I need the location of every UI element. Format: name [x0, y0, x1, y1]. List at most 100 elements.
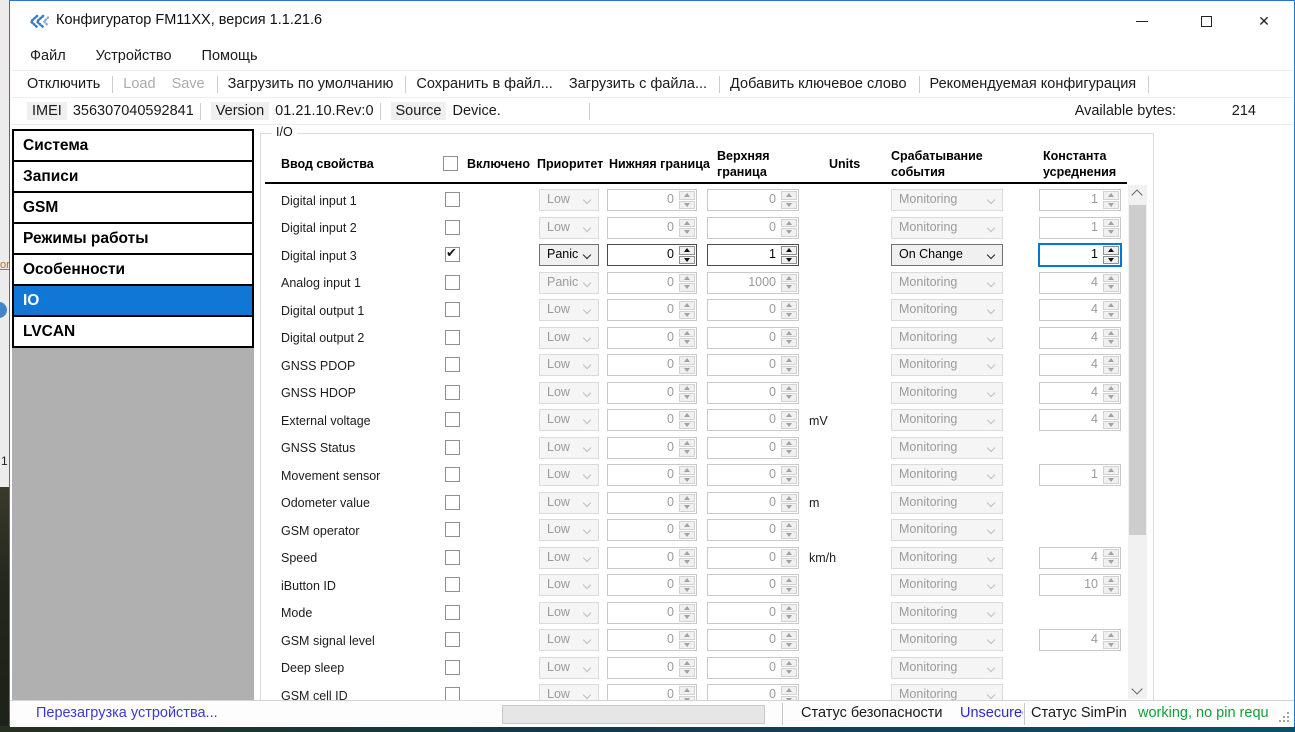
up-triangle [786, 221, 792, 225]
spin-down-icon[interactable] [781, 256, 797, 265]
chevron-down-icon [583, 223, 591, 231]
scrollbar-thumb[interactable] [1129, 205, 1146, 535]
low-limit-spinner-value: 0 [667, 550, 674, 564]
io-row-label: GNSS Status [281, 435, 355, 462]
low-limit-spinner-buttons [679, 549, 695, 567]
high-limit-spinner: 0 [707, 657, 799, 679]
toolbar-button[interactable]: Рекомендуемая конфигурация [930, 76, 1137, 92]
avg-constant-spinner[interactable]: 1 [1039, 244, 1121, 266]
down-triangle [684, 588, 690, 592]
io-row: GNSS PDOPLow00Monitoring4 [261, 352, 1155, 380]
up-triangle [1108, 248, 1114, 252]
up-triangle [684, 523, 690, 527]
spin-down-icon[interactable] [679, 256, 695, 265]
toolbar-button[interactable]: Загрузить по умолчанию [228, 76, 394, 92]
event-select: Monitoring [891, 684, 1003, 700]
enabled-checkbox[interactable] [445, 357, 460, 372]
low-limit-spinner-buttons[interactable] [679, 246, 695, 264]
info-separator [200, 103, 201, 120]
sidebar-item-system[interactable]: Система [12, 129, 254, 162]
sidebar-item-records[interactable]: Записи [12, 160, 254, 193]
enable-all-checkbox[interactable] [443, 156, 458, 171]
sidebar-item-io[interactable]: IO [12, 284, 254, 317]
low-limit-spinner-buttons [679, 219, 695, 237]
enabled-checkbox[interactable] [445, 302, 460, 317]
close-button[interactable]: ✕ [1242, 1, 1286, 41]
vertical-scrollbar[interactable] [1128, 185, 1147, 699]
enabled-checkbox[interactable] [445, 467, 460, 482]
priority-select: Low [539, 382, 599, 404]
avg-constant-spinner-buttons [1103, 631, 1119, 649]
enabled-checkbox[interactable] [445, 495, 460, 510]
enabled-checkbox[interactable] [445, 632, 460, 647]
down-triangle [684, 258, 690, 262]
menu-item-2[interactable]: Помощь [202, 48, 258, 64]
priority-select: Panic [539, 272, 599, 294]
low-limit-spinner: 0 [607, 519, 697, 541]
menu-item-1[interactable]: Устройство [96, 48, 172, 64]
event-select-value: Monitoring [899, 220, 985, 234]
priority-select[interactable]: Panic [539, 244, 599, 266]
spin-up-icon[interactable] [679, 246, 695, 255]
spin-down-icon [781, 366, 797, 375]
spin-down-icon [781, 201, 797, 210]
available-bytes-value: 214 [1176, 103, 1256, 119]
enabled-checkbox[interactable] [445, 275, 460, 290]
event-select-value: Monitoring [899, 550, 985, 564]
low-limit-spinner: 0 [607, 409, 697, 431]
enabled-checkbox[interactable] [445, 330, 460, 345]
spin-up-icon[interactable] [781, 246, 797, 255]
avg-constant-spinner-buttons[interactable] [1103, 246, 1119, 264]
toolbar-button[interactable]: Сохранить в файл... [416, 76, 552, 92]
io-row: GNSS StatusLow00Monitoring [261, 435, 1155, 463]
toolbar-button[interactable]: Отключить [27, 76, 100, 92]
toolbar-separator [217, 76, 218, 93]
enabled-checkbox[interactable] [445, 385, 460, 400]
spin-down-icon [679, 366, 695, 375]
down-triangle [1108, 643, 1114, 647]
enabled-checkbox[interactable] [445, 192, 460, 207]
enabled-checkbox[interactable] [445, 247, 460, 262]
spin-up-icon [679, 411, 695, 420]
sidebar-item-gsm[interactable]: GSM [12, 191, 254, 224]
down-triangle [1108, 423, 1114, 427]
enabled-checkbox[interactable] [445, 440, 460, 455]
menu-bar: Файл Устройство Помощь [10, 41, 1294, 71]
spin-up-icon [781, 549, 797, 558]
enabled-checkbox[interactable] [445, 577, 460, 592]
spin-up-icon [1103, 411, 1119, 420]
enabled-checkbox[interactable] [445, 550, 460, 565]
spin-up-icon [679, 631, 695, 640]
event-select[interactable]: On Change [891, 244, 1003, 266]
scroll-up-icon[interactable] [1131, 189, 1142, 200]
up-triangle [1108, 413, 1114, 417]
spin-up-icon[interactable] [1103, 246, 1119, 255]
scroll-down-icon[interactable] [1131, 683, 1142, 694]
sidebar-item-lvcan[interactable]: LVCAN [12, 315, 254, 348]
chevron-down-icon [987, 416, 995, 424]
menu-item-0[interactable]: Файл [30, 48, 66, 64]
low-limit-spinner[interactable]: 0 [607, 244, 697, 266]
maximize-button[interactable] [1184, 1, 1228, 41]
high-limit-spinner-buttons[interactable] [781, 246, 797, 264]
minimize-button[interactable] [1120, 1, 1164, 41]
low-limit-spinner: 0 [607, 464, 697, 486]
high-limit-spinner-buttons [781, 274, 797, 292]
toolbar-button[interactable]: Загрузить с файла... [569, 76, 707, 92]
high-limit-spinner[interactable]: 1 [707, 244, 799, 266]
spin-down-icon[interactable] [1103, 256, 1119, 265]
enabled-checkbox[interactable] [445, 220, 460, 235]
enabled-checkbox[interactable] [445, 687, 460, 700]
sidebar-item-features[interactable]: Особенности [12, 253, 254, 286]
high-limit-spinner-value: 0 [769, 495, 776, 509]
enabled-checkbox[interactable] [445, 522, 460, 537]
toolbar-button[interactable]: Добавить ключевое слово [730, 76, 907, 92]
enabled-checkbox[interactable] [445, 660, 460, 675]
sidebar-item-work-modes[interactable]: Режимы работы [12, 222, 254, 255]
enabled-checkbox[interactable] [445, 412, 460, 427]
resize-grip[interactable] [1277, 710, 1290, 723]
up-triangle [786, 688, 792, 692]
up-triangle [786, 193, 792, 197]
down-triangle [786, 450, 792, 454]
enabled-checkbox[interactable] [445, 605, 460, 620]
